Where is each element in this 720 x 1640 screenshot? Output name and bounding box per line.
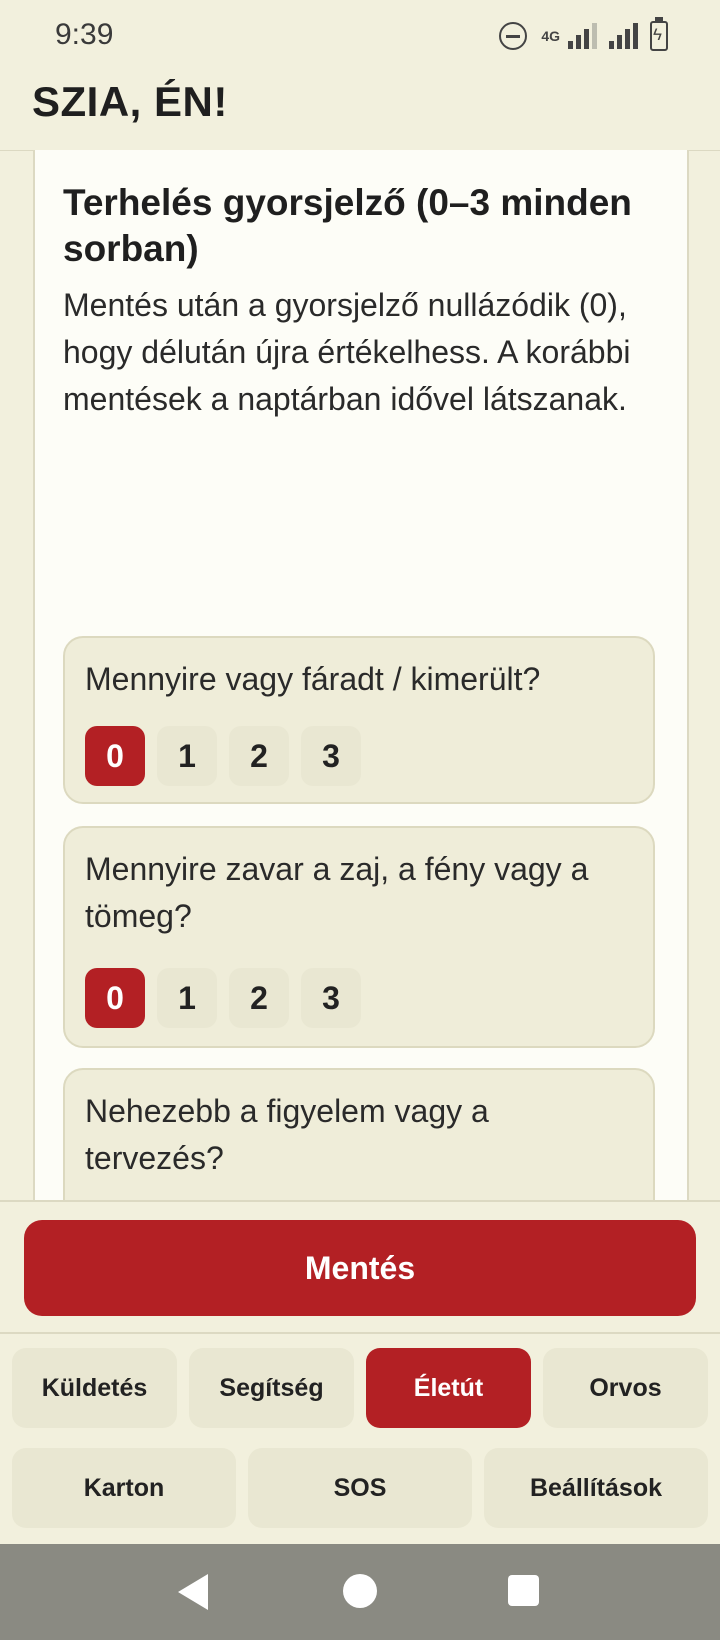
app-title: SZIA, ÉN! [32,78,228,125]
question-card-fatigue: Mennyire vagy fáradt / kimerült? 0 1 2 3 [63,636,655,804]
question-label: Mennyire zavar a zaj, a fény vagy a töme… [85,851,589,934]
signal-icon [609,23,638,49]
network-type-label: 4G [541,28,560,44]
nav-sos[interactable]: SOS [248,1448,472,1528]
recents-icon[interactable] [508,1575,539,1606]
question-card-attention: Nehezebb a figyelem vagy a tervezés? 0 1… [63,1068,655,1200]
panel-title: Terhelés gyorsjelző (0–3 minden sorban) [63,182,632,269]
panel-description: Mentés után a gyorsjelző nullázódik (0),… [63,287,631,417]
rating-option-0[interactable]: 0 [85,968,145,1028]
rating-options: 0 1 2 3 [85,968,361,1028]
rating-option-1[interactable]: 1 [157,968,217,1028]
rating-option-2[interactable]: 2 [229,726,289,786]
nav-karton[interactable]: Karton [12,1448,236,1528]
nav-eletut[interactable]: Életút [366,1348,531,1428]
home-icon[interactable] [343,1574,377,1608]
rating-option-0[interactable]: 0 [85,726,145,786]
status-icons: 4G [499,17,668,52]
rating-option-3[interactable]: 3 [301,726,361,786]
status-time: 9:39 [55,18,114,51]
app-header: SZIA, ÉN! [0,72,720,151]
question-label: Mennyire vagy fáradt / kimerült? [85,661,541,697]
load-indicator-panel: Terhelés gyorsjelző (0–3 minden sorban) … [33,150,689,1200]
back-icon[interactable] [178,1574,208,1610]
nav-beallitasok[interactable]: Beállítások [484,1448,708,1528]
rating-option-1[interactable]: 1 [157,726,217,786]
nav-orvos[interactable]: Orvos [543,1348,708,1428]
system-nav-bar [0,1544,720,1640]
rating-option-3[interactable]: 3 [301,968,361,1028]
rating-options: 0 1 2 3 [85,726,361,786]
nav-segitseg[interactable]: Segítség [189,1348,354,1428]
save-button[interactable]: Mentés [24,1220,696,1316]
do-not-disturb-icon [499,22,528,50]
battery-charging-icon [650,17,668,51]
scroll-area[interactable]: Terhelés gyorsjelző (0–3 minden sorban) … [0,150,720,1200]
save-bar: Mentés [0,1200,720,1334]
signal-4g-icon [568,23,597,49]
question-card-sensory: Mennyire zavar a zaj, a fény vagy a töme… [63,826,655,1048]
bottom-nav: Küldetés Segítség Életút Orvos Karton SO… [0,1334,720,1544]
rating-option-2[interactable]: 2 [229,968,289,1028]
nav-kuldetes[interactable]: Küldetés [12,1348,177,1428]
status-bar: 9:39 4G [0,0,720,72]
question-label: Nehezebb a figyelem vagy a tervezés? [85,1093,489,1176]
